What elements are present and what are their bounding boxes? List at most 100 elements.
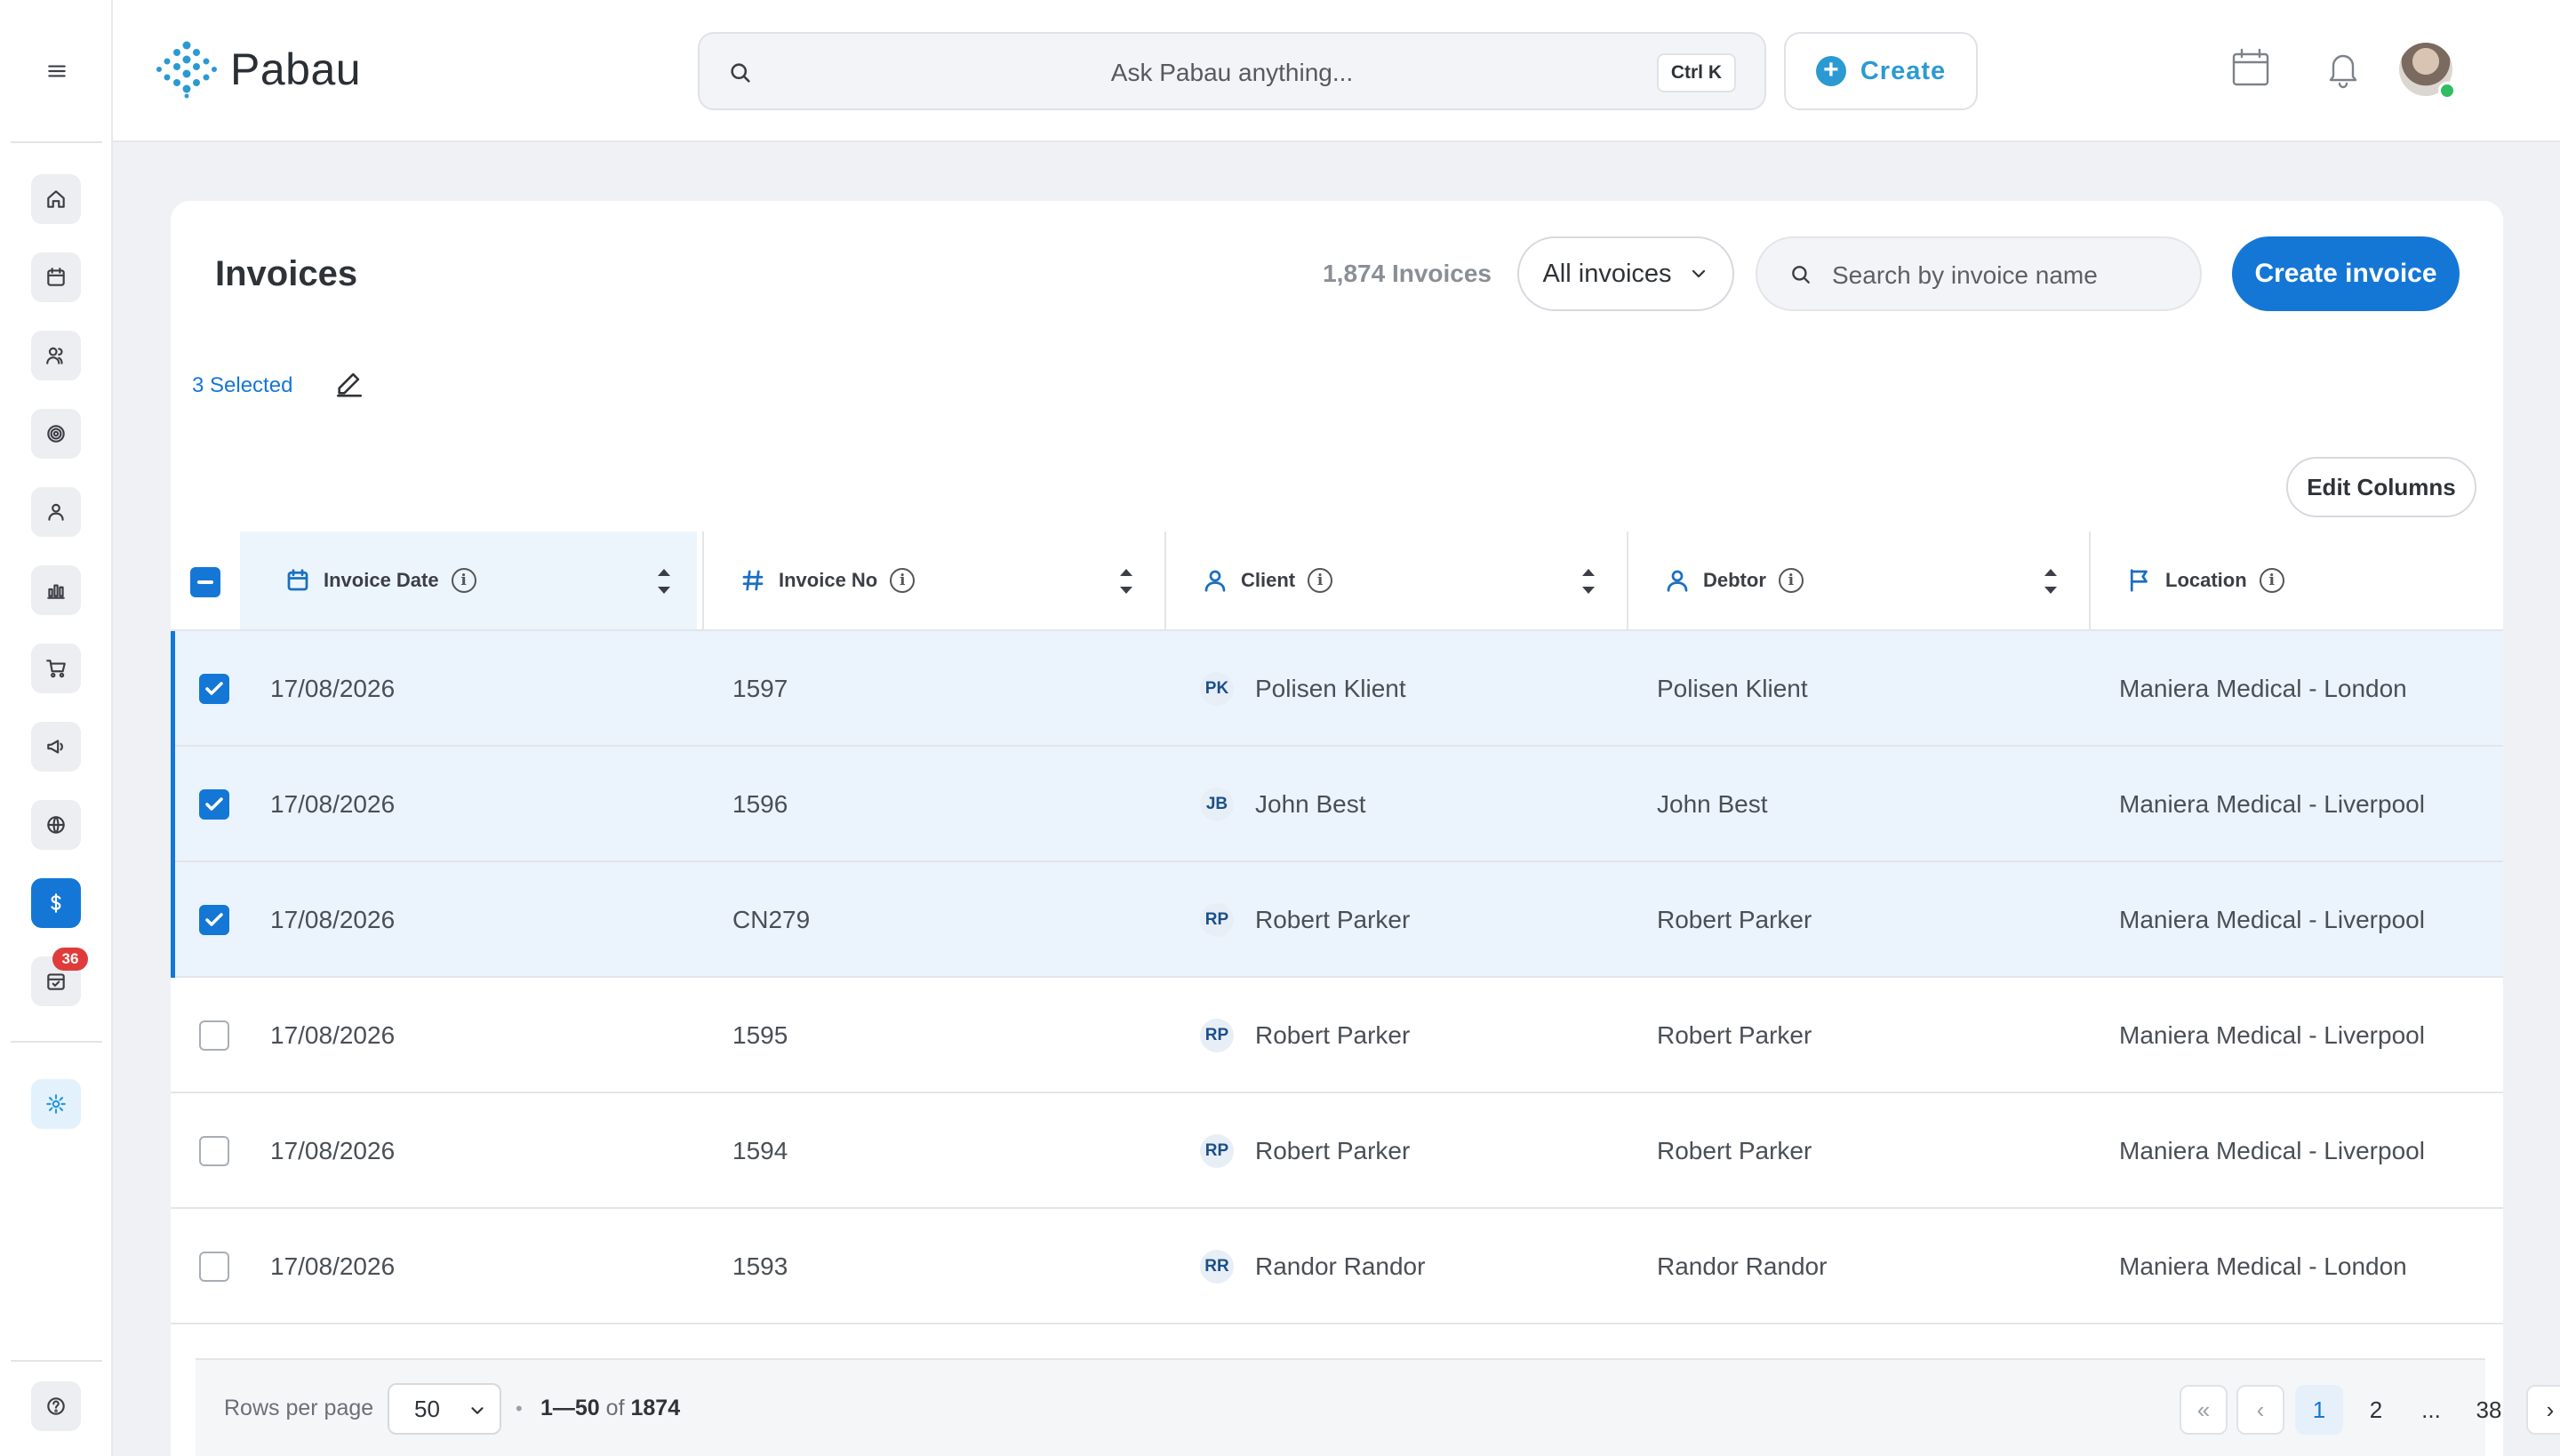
menu-icon	[47, 65, 66, 77]
user-avatar[interactable]	[2399, 43, 2456, 100]
nav-reports[interactable]	[31, 565, 81, 615]
column-client[interactable]: Client i	[1166, 532, 1627, 629]
table-row[interactable]: 17/08/2026 1597 PK Polisen Klient Polisen…	[171, 631, 2503, 747]
calendar-button[interactable]	[2228, 46, 2273, 91]
nav-goals[interactable]	[31, 409, 81, 459]
cell-debtor: Robert Parker	[1657, 1021, 1812, 1049]
cell-client[interactable]: JB John Best	[1200, 747, 1366, 862]
edit-columns-button[interactable]: Edit Columns	[2286, 457, 2476, 517]
column-debtor[interactable]: Debtor i	[1628, 532, 2089, 629]
page-38-button[interactable]: 38	[2462, 1385, 2516, 1435]
column-label: Client	[1241, 569, 1296, 591]
column-location[interactable]: Location i	[2091, 532, 2503, 629]
nav-clients[interactable]	[31, 331, 81, 380]
nav-financials[interactable]	[31, 878, 81, 928]
table-row[interactable]: 17/08/2026 1595 RP Robert Parker Robert P…	[171, 978, 2503, 1093]
cell-client[interactable]: PK Polisen Klient	[1200, 631, 1406, 747]
row-checkbox[interactable]	[199, 1252, 229, 1282]
previous-page-button[interactable]: ‹	[2236, 1385, 2284, 1435]
cell-client[interactable]: RP Robert Parker	[1200, 1093, 1410, 1209]
client-name: Randor Randor	[1255, 1252, 1426, 1280]
table-row[interactable]: 17/08/2026 1593 RR Randor Randor Randor R…	[171, 1209, 2503, 1324]
megaphone-icon	[47, 740, 63, 754]
pencil-icon[interactable]	[334, 368, 364, 398]
column-invoice-no[interactable]: Invoice No i	[704, 532, 1164, 629]
cell-location: Maniera Medical - Liverpool	[2119, 790, 2425, 818]
row-checkbox[interactable]	[199, 1020, 229, 1051]
invoice-search-input[interactable]: Search by invoice name	[1756, 236, 2202, 311]
rows-per-page-select[interactable]: 50	[388, 1383, 501, 1435]
client-name: Robert Parker	[1255, 906, 1411, 933]
page-ellipsis: ...	[2421, 1396, 2441, 1423]
cell-location: Maniera Medical - London	[2119, 675, 2407, 702]
nav-home[interactable]	[31, 174, 81, 224]
column-invoice-date[interactable]: Invoice Date i	[240, 532, 697, 629]
first-page-button[interactable]: «	[2180, 1385, 2228, 1435]
brand-logo[interactable]: Pabau	[156, 40, 361, 99]
client-initials: JB	[1200, 788, 1234, 821]
page-2-button[interactable]: 2	[2352, 1385, 2400, 1435]
info-icon[interactable]: i	[2259, 568, 2284, 593]
check-icon	[205, 797, 223, 811]
notification-badge: 36	[52, 948, 88, 971]
cell-client[interactable]: RP Robert Parker	[1200, 978, 1410, 1093]
menu-button[interactable]	[0, 0, 113, 142]
row-checkbox[interactable]	[199, 674, 229, 704]
cell-invoice-no: CN279	[732, 906, 811, 933]
cell-date: 17/08/2026	[270, 675, 396, 702]
page-1-button[interactable]: 1	[2295, 1385, 2343, 1435]
row-checkbox[interactable]	[199, 789, 229, 820]
cell-debtor: Polisen Klient	[1657, 675, 1808, 702]
info-icon[interactable]: i	[1308, 568, 1333, 593]
range-of: of	[605, 1396, 625, 1420]
client-name: Polisen Klient	[1255, 675, 1406, 702]
nav-store[interactable]	[31, 644, 81, 693]
cell-debtor: John Best	[1657, 790, 1768, 818]
top-bar: Pabau Ask Pabau anything... Ctrl K + Cre…	[113, 0, 2560, 142]
client-initials: RP	[1200, 1134, 1234, 1168]
row-checkbox[interactable]	[199, 905, 229, 935]
page-range: 1—50 of 1874	[540, 1396, 680, 1421]
cell-client[interactable]: RP Robert Parker	[1200, 862, 1410, 978]
cell-date: 17/08/2026	[270, 1137, 396, 1164]
info-icon[interactable]: i	[890, 568, 916, 593]
sort-icon[interactable]	[1118, 564, 1134, 599]
ask-search-bar[interactable]: Ask Pabau anything... Ctrl K	[698, 32, 1766, 110]
nav-online[interactable]	[31, 800, 81, 850]
info-icon[interactable]: i	[451, 568, 476, 593]
cell-date: 17/08/2026	[270, 1021, 396, 1049]
rail-divider	[11, 1360, 102, 1362]
nav-calendar[interactable]	[31, 252, 81, 302]
nav-ai-assistant[interactable]	[31, 1079, 81, 1129]
pabau-logo-icon	[156, 41, 217, 99]
rows-per-page-label: Rows per page	[224, 1396, 374, 1420]
next-page-button[interactable]: ›	[2526, 1385, 2560, 1435]
client-initials: RP	[1200, 903, 1234, 937]
create-invoice-button[interactable]: Create invoice	[2232, 236, 2460, 311]
cell-date: 17/08/2026	[270, 906, 396, 933]
info-icon[interactable]: i	[1778, 568, 1804, 593]
table-row[interactable]: 17/08/2026 1596 JB John Best John Best Ma…	[171, 747, 2503, 862]
users-icon	[46, 347, 63, 364]
nav-tasks[interactable]: 36	[31, 948, 88, 1006]
sort-icon[interactable]	[2043, 564, 2059, 599]
select-all-checkbox[interactable]	[190, 567, 220, 597]
cell-client[interactable]: RR Randor Randor	[1200, 1209, 1425, 1324]
range-start-end: 1—50	[540, 1396, 600, 1420]
nav-help[interactable]	[31, 1381, 81, 1431]
flag-icon	[2130, 569, 2148, 592]
nav-marketing[interactable]	[31, 722, 81, 772]
notifications-button[interactable]	[2321, 46, 2365, 91]
client-name: Robert Parker	[1255, 1137, 1411, 1164]
nav-staff[interactable]	[31, 487, 81, 537]
table-row[interactable]: 17/08/2026 CN279 RP Robert Parker Robert …	[171, 862, 2503, 978]
ask-placeholder: Ask Pabau anything...	[1110, 59, 1354, 86]
cell-location: Maniera Medical - Liverpool	[2119, 906, 2425, 933]
create-button[interactable]: + Create	[1784, 32, 1978, 110]
row-checkbox[interactable]	[199, 1136, 229, 1166]
invoice-count: 1,874 Invoices	[1323, 260, 1492, 287]
table-row[interactable]: 17/08/2026 1594 RP Robert Parker Robert P…	[171, 1093, 2503, 1209]
invoice-filter-dropdown[interactable]: All invoices	[1517, 236, 1734, 311]
sort-icon[interactable]	[1580, 564, 1596, 599]
sort-icon[interactable]	[656, 564, 672, 599]
